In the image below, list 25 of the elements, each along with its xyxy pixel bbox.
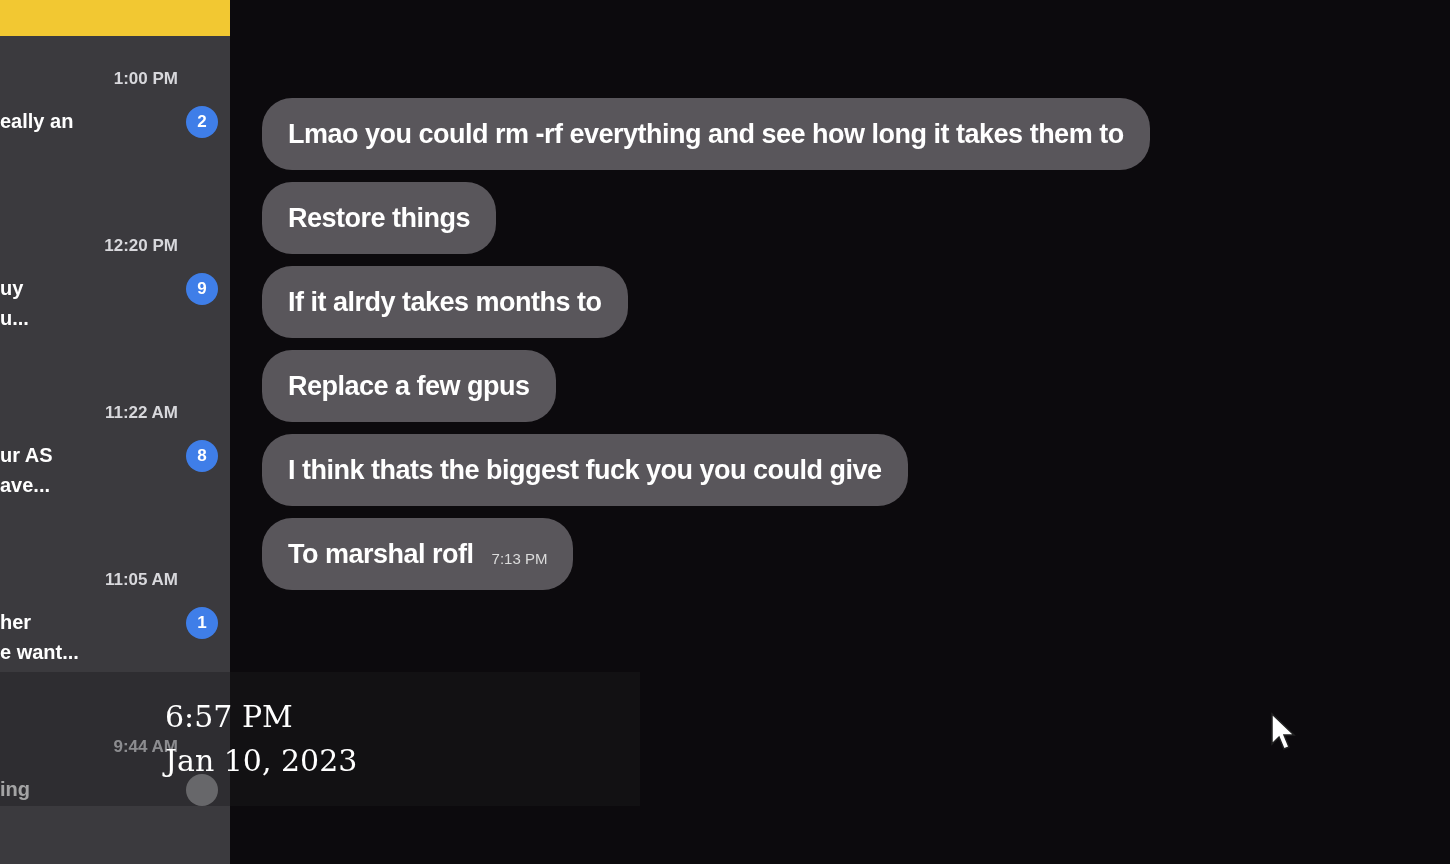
unread-badge: 9 xyxy=(186,272,218,305)
message-preview: ave... xyxy=(0,472,52,498)
message-text: Lmao you could rm -rf everything and see how long it takes them to xyxy=(288,117,1124,151)
mouse-pointer-icon xyxy=(1270,712,1296,752)
conversation-time: 12:20 PM xyxy=(104,235,178,257)
message-preview: eally an xyxy=(0,108,74,134)
message-text: I think thats the biggest fuck you you could give xyxy=(288,453,882,487)
conversation-time: 11:05 AM xyxy=(104,569,178,591)
message-text: Replace a few gpus xyxy=(288,369,530,403)
unread-badge: 1 xyxy=(186,606,218,639)
message-text: Restore things xyxy=(288,201,471,235)
message-preview: u... xyxy=(0,305,29,331)
message-text: To marshal rofl xyxy=(288,537,474,571)
message-preview: ur AS xyxy=(0,442,53,468)
message-time: 7:13 PM xyxy=(491,548,548,569)
message-preview: uy xyxy=(0,275,25,301)
message-preview: e want... xyxy=(0,639,79,665)
overlay-time: 6:57 PM xyxy=(165,698,294,736)
unread-badge: 2 xyxy=(186,105,218,138)
unread-badge: 8 xyxy=(186,439,218,472)
message-text: If it alrdy takes months to xyxy=(288,285,602,319)
conversation-time: 1:00 PM xyxy=(113,68,178,90)
message-preview: ing xyxy=(0,776,30,802)
message-preview: her xyxy=(0,609,33,635)
conversation-time: 11:22 AM xyxy=(104,402,178,424)
